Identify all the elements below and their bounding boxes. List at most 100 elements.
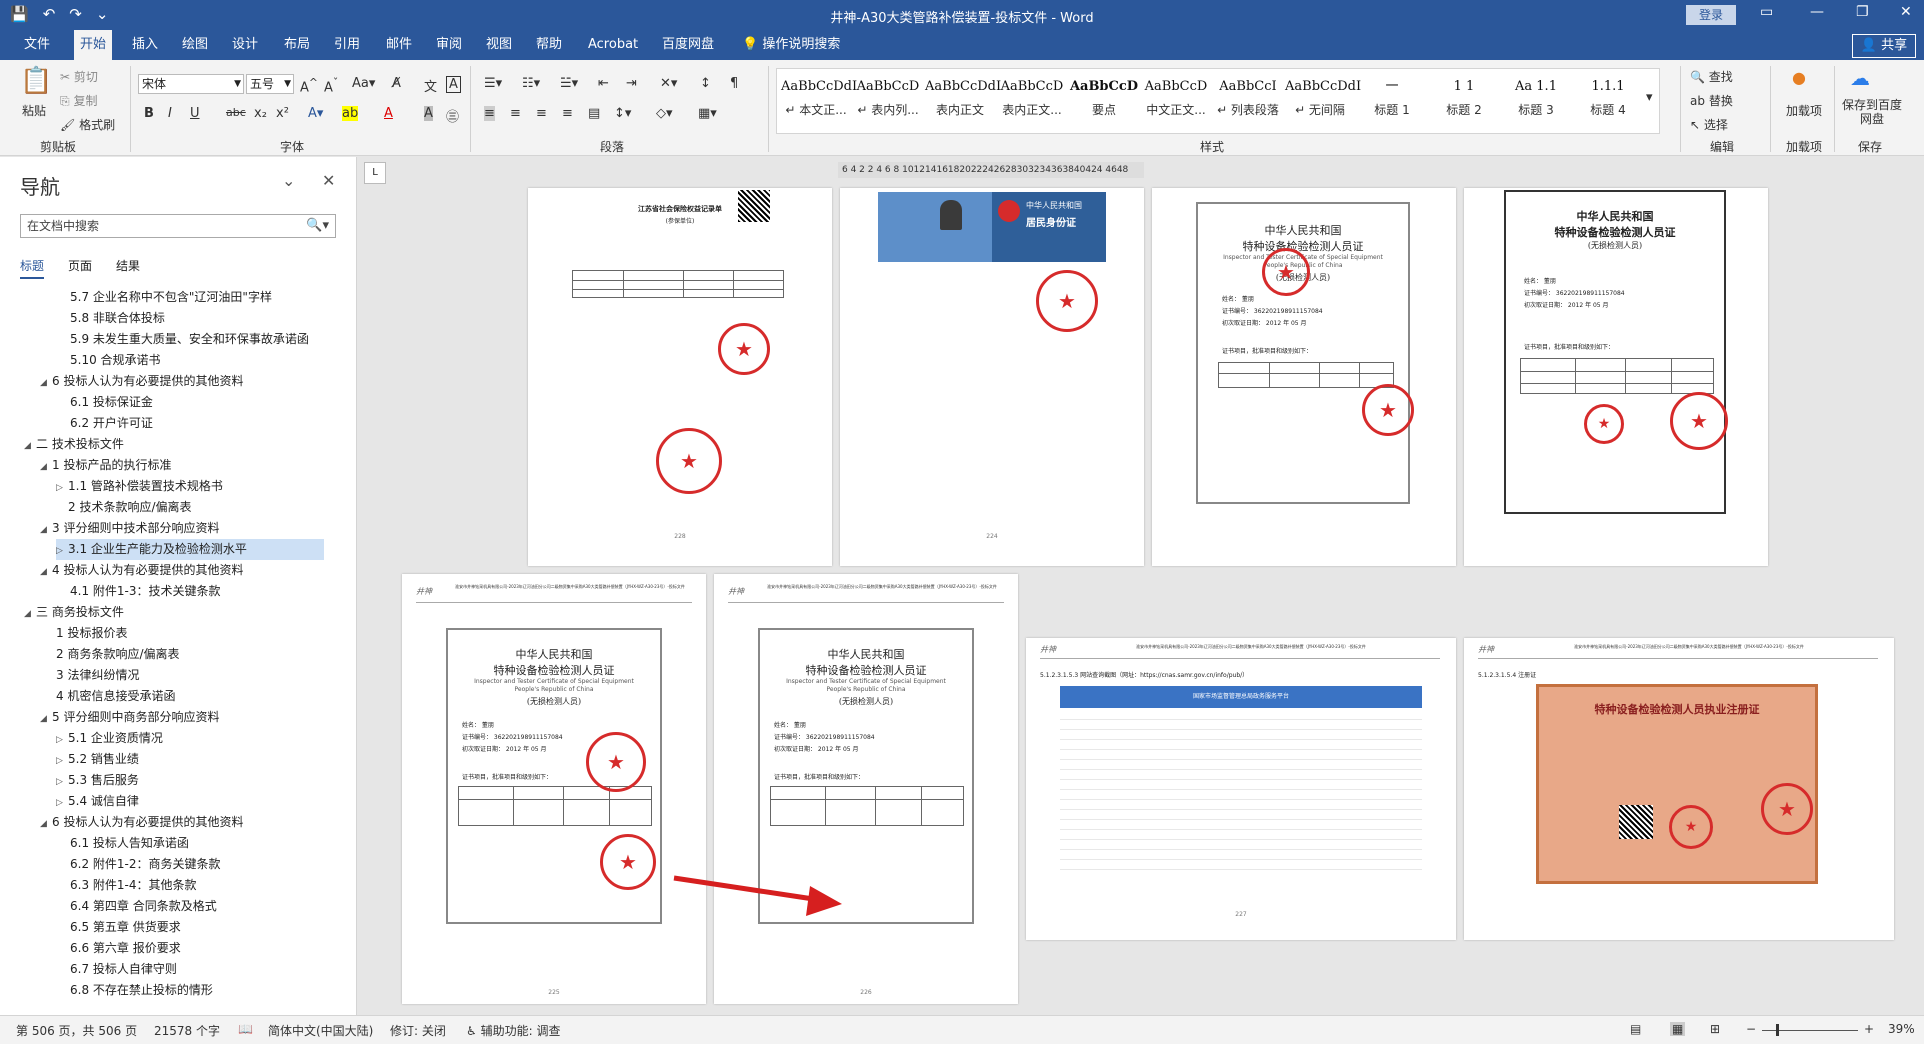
tab-headings[interactable]: 标题 [20, 257, 45, 279]
bold-icon[interactable]: B [144, 106, 154, 121]
addins-icon[interactable]: ● [1792, 68, 1806, 87]
minimize-icon[interactable]: — [1810, 4, 1824, 20]
clear-format-icon[interactable]: A̸ [392, 76, 401, 91]
justify-icon[interactable]: ≡ [562, 106, 573, 121]
tab-references[interactable]: 引用 [328, 30, 366, 60]
tab-mailings[interactable]: 邮件 [380, 30, 418, 60]
font-name-select[interactable]: 宋体 ▼ [138, 74, 244, 94]
replace-button[interactable]: ab 替换 [1690, 92, 1733, 109]
underline-icon[interactable]: U [190, 106, 200, 121]
zoom-in-icon[interactable]: + [1864, 1022, 1874, 1036]
style-item[interactable]: 一标题 1 [1357, 73, 1427, 129]
tab-layout[interactable]: 布局 [278, 30, 316, 60]
nav-heading-item[interactable]: 6.4 第四章 合同条款及格式 [58, 896, 217, 917]
nav-heading-item[interactable]: ◢ 4 投标人认为有必要提供的其他资料 [40, 560, 243, 581]
strikethrough-icon[interactable]: abc [226, 106, 246, 119]
nav-heading-item[interactable]: 6.1 投标人告知承诺函 [58, 833, 189, 854]
save-baidu-button[interactable]: 保存到百度网盘 [1838, 98, 1906, 126]
copy-button[interactable]: ⎘ 复制 [60, 92, 97, 109]
style-item[interactable]: AaBbCcD 中文正文... [1141, 73, 1211, 129]
paste-button[interactable]: 粘贴 [22, 102, 46, 119]
nav-heading-item[interactable]: 4 机密信息接受承诺函 [44, 686, 175, 707]
expand-icon[interactable]: ▷ [56, 793, 68, 814]
nav-heading-item[interactable]: 6.7 投标人自律守则 [58, 959, 177, 980]
align-center-icon[interactable]: ≡ [510, 106, 521, 121]
page-count[interactable]: 第 506 页，共 506 页 [16, 1022, 137, 1039]
superscript-icon[interactable]: x² [276, 106, 289, 121]
align-left-icon[interactable]: ≡ [484, 106, 495, 121]
shrink-font-icon[interactable]: Aˇ [324, 76, 338, 95]
nav-heading-item-selected[interactable]: ▷ 3.1 企业生产能力及检验检测水平 [56, 539, 324, 560]
select-button[interactable]: ↖ 选择 [1690, 116, 1728, 133]
nav-heading-item[interactable]: ▷ 5.1 企业资质情况 [56, 728, 163, 749]
ruler-toggle[interactable]: L [364, 162, 386, 184]
cloud-icon[interactable]: ☁ [1850, 66, 1870, 90]
proofing-icon[interactable]: 📖 [238, 1022, 253, 1036]
nav-heading-item[interactable]: 6.2 开户许可证 [58, 413, 153, 434]
nav-heading-item[interactable]: ▷ 5.4 诚信自律 [56, 791, 139, 812]
document-page[interactable]: 江苏省社会保险权益记录单 (参保单位) ★ ★ 228 [528, 188, 832, 566]
style-item[interactable]: AaBbCcD 表内正文... [997, 73, 1067, 129]
tab-insert[interactable]: 插入 [126, 30, 164, 60]
show-marks-icon[interactable]: ¶ [730, 76, 738, 91]
nav-heading-item[interactable]: 5.7 企业名称中不包含"辽河油田"字样 [58, 287, 272, 308]
nav-heading-item[interactable]: 1 投标报价表 [44, 623, 127, 644]
style-item[interactable]: AaBbCcD 要点 [1069, 73, 1139, 129]
share-button[interactable]: 👤 共享 [1852, 34, 1916, 58]
grow-font-icon[interactable]: A^ [300, 76, 318, 95]
nav-heading-item[interactable]: ◢ 1 投标产品的执行标准 [40, 455, 171, 476]
enclose-char-icon[interactable]: ㊂ [446, 106, 459, 125]
expand-icon[interactable]: ▷ [56, 478, 68, 499]
tab-pages[interactable]: 页面 [68, 257, 92, 279]
nav-heading-item[interactable]: 3 法律纠纷情况 [44, 665, 139, 686]
nav-heading-item[interactable]: ◢ 三 商务投标文件 [24, 602, 124, 623]
print-layout-icon[interactable]: ▦ [1670, 1022, 1686, 1036]
expand-icon[interactable]: ▷ [56, 541, 68, 562]
style-item[interactable]: AaBbCcI ↵ 列表段落 [1213, 73, 1283, 129]
distribute-icon[interactable]: ▤ [588, 106, 600, 121]
maximize-icon[interactable]: ❐ [1856, 4, 1869, 20]
zoom-slider-thumb[interactable] [1776, 1024, 1779, 1036]
tab-acrobat[interactable]: Acrobat [582, 30, 644, 60]
format-painter-button[interactable]: 🖌 格式刷 [60, 116, 115, 133]
nav-heading-item[interactable]: ◢ 6 投标人认为有必要提供的其他资料 [40, 371, 243, 392]
highlight-icon[interactable]: ab [342, 106, 359, 121]
font-size-select[interactable]: 五号 ▼ [246, 74, 294, 94]
document-page[interactable]: 中华人民共和国 居民身份证 ★ 224 [840, 188, 1144, 566]
tab-home[interactable]: 开始 [74, 30, 113, 60]
nav-heading-item[interactable]: 6.2 附件1-2：商务关键条款 [58, 854, 221, 875]
expand-icon[interactable]: ▷ [56, 772, 68, 793]
collapse-icon[interactable]: ◢ [40, 814, 52, 835]
numbering-icon[interactable]: ☷▾ [522, 76, 540, 91]
nav-heading-item[interactable]: 2 商务条款响应/偏离表 [44, 644, 180, 665]
document-page[interactable]: 中华人民共和国 特种设备检验检测人员证 Inspector and Tester… [1152, 188, 1456, 566]
text-effects-icon[interactable]: A▾ [308, 106, 323, 121]
nav-heading-item[interactable]: ◢ 5 评分细则中商务部分响应资料 [40, 707, 219, 728]
close-icon[interactable]: ✕ [1900, 4, 1912, 20]
nav-heading-item[interactable]: ◢ 二 技术投标文件 [24, 434, 124, 455]
nav-heading-item[interactable]: 5.10 合规承诺书 [58, 350, 161, 371]
document-page[interactable]: 井神 淮安市井神钻采机具有限公司-2023年辽河油田分公司二级物资集中采购A30… [1464, 638, 1894, 940]
web-layout-icon[interactable]: ⊞ [1710, 1022, 1720, 1036]
addins-button[interactable]: 加载项 [1786, 102, 1822, 119]
track-changes[interactable]: 修订: 关闭 [390, 1022, 446, 1039]
focus-mode-icon[interactable]: ▤ [1630, 1022, 1641, 1036]
nav-heading-item[interactable]: ▷ 5.3 售后服务 [56, 770, 139, 791]
nav-heading-item[interactable]: ▷ 1.1 管路补偿装置技术规格书 [56, 476, 223, 497]
collapse-icon[interactable]: ◢ [24, 436, 36, 457]
decrease-indent-icon[interactable]: ⇤ [598, 76, 609, 91]
accessibility-status[interactable]: ♿ 辅助功能: 调查 [466, 1022, 560, 1039]
style-item[interactable]: AaBbCcD ↵ 表内列... [853, 73, 923, 129]
collapse-icon[interactable]: ◢ [40, 520, 52, 541]
char-shading-icon[interactable]: A [424, 106, 433, 121]
tell-me-search[interactable]: 💡 操作说明搜索 [736, 30, 846, 60]
italic-icon[interactable]: I [168, 106, 172, 121]
tab-results[interactable]: 结果 [116, 257, 140, 279]
expand-icon[interactable]: ▷ [56, 730, 68, 751]
nav-heading-item[interactable]: 6.3 附件1-4：其他条款 [58, 875, 197, 896]
nav-heading-item[interactable]: 6.8 不存在禁止投标的情形 [58, 980, 213, 1001]
zoom-level[interactable]: 39% [1888, 1022, 1915, 1036]
style-item[interactable]: Aa 1.1 标题 3 [1501, 73, 1571, 129]
sort-icon[interactable]: ↕ [700, 76, 711, 91]
nav-heading-item[interactable]: 6.6 第六章 报价要求 [58, 938, 181, 959]
